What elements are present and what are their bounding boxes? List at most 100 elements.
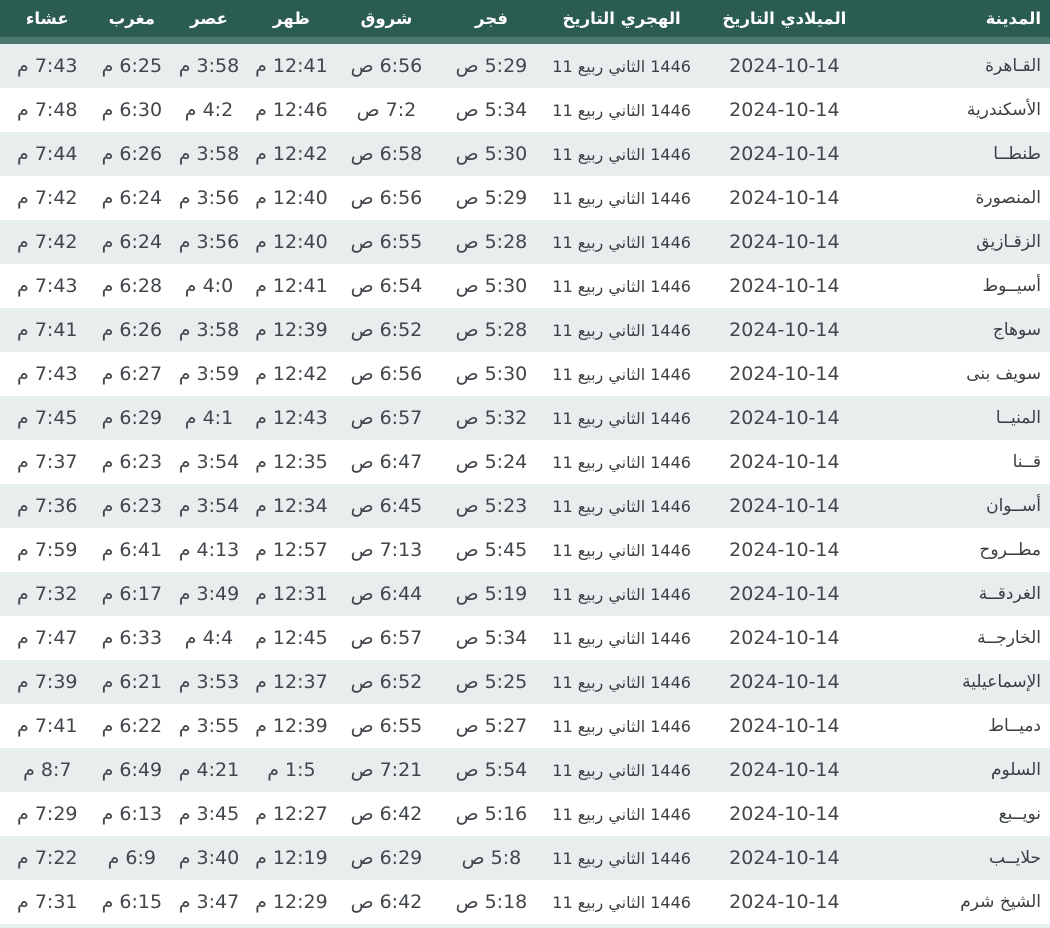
cell-city: المنيــا xyxy=(869,396,1050,440)
cell-isha: 7:59 م xyxy=(0,528,95,572)
cell-gregorian: 2024-10-14 xyxy=(699,880,870,924)
cell-asr: 3:58 م xyxy=(169,132,249,176)
cell-dhuhr: 12:31 م xyxy=(248,572,334,616)
cell-hijri: 11 ربيع الثاني 1446 xyxy=(543,572,700,616)
cell-gregorian: 2024-10-14 xyxy=(699,132,870,176)
cell-city: القـاهرة xyxy=(869,40,1050,88)
cell-city: حلايــب xyxy=(869,836,1050,880)
header-row: المدينة التاريخ الميلادي التاريخ الهجري فجر… xyxy=(0,0,1050,44)
cell-gregorian: 2024-10-14 xyxy=(699,528,870,572)
cell-sunrise: 7:21 ص xyxy=(333,748,439,792)
cell-asr: 4:4 م xyxy=(169,616,249,660)
prayer-times-table: المدينة التاريخ الميلادي التاريخ الهجري فجر… xyxy=(0,0,1050,928)
cell-sunrise: 6:57 ص xyxy=(333,616,439,660)
cell-dhuhr: 12:43 م xyxy=(248,396,334,440)
cell-dhuhr: 1:5 م xyxy=(248,748,334,792)
cell-dhuhr-empty xyxy=(248,924,334,928)
cell-dhuhr: 12:42 م xyxy=(248,352,334,396)
cell-isha: 7:41 م xyxy=(0,704,95,748)
cell-asr: 3:58 م xyxy=(169,308,249,352)
cell-hijri-empty xyxy=(543,924,700,928)
cell-fajr-empty xyxy=(438,924,544,928)
cell-maghrib: 6:15 م xyxy=(94,880,170,924)
cell-isha: 7:32 م xyxy=(0,572,95,616)
cell-fajr: 5:29 ص xyxy=(438,40,544,88)
cell-gregorian: 2024-10-14 xyxy=(699,220,870,264)
cell-fajr: 5:30 ص xyxy=(438,264,544,308)
cell-hijri: 11 ربيع الثاني 1446 xyxy=(543,880,700,924)
cell-hijri: 11 ربيع الثاني 1446 xyxy=(543,792,700,836)
cell-dhuhr: 12:40 م xyxy=(248,176,334,220)
cell-sunrise: 6:56 ص xyxy=(333,176,439,220)
cell-isha: 7:45 م xyxy=(0,396,95,440)
cell-asr: 4:21 م xyxy=(169,748,249,792)
cell-hijri: 11 ربيع الثاني 1446 xyxy=(543,396,700,440)
table-row: نويــبع 2024-10-14 11 ربيع الثاني 1446 5:16… xyxy=(0,792,1050,836)
cell-maghrib: 6:49 م xyxy=(94,748,170,792)
cell-maghrib: 6:23 م xyxy=(94,484,170,528)
cell-asr: 4:1 م xyxy=(169,396,249,440)
cell-maghrib: 6:27 م xyxy=(94,352,170,396)
cell-hijri: 11 ربيع الثاني 1446 xyxy=(543,220,700,264)
cell-city: بنى سويف xyxy=(869,352,1050,396)
cell-maghrib: 6:23 م xyxy=(94,440,170,484)
cell-isha: 7:43 م xyxy=(0,352,95,396)
cell-asr: 3:53 م xyxy=(169,660,249,704)
table-row: أســوان 2024-10-14 11 ربيع الثاني 1446 5:23… xyxy=(0,484,1050,528)
cell-gregorian-empty xyxy=(699,924,870,928)
cell-maghrib: 6:25 م xyxy=(94,40,170,88)
cell-sunrise: 6:47 ص xyxy=(333,440,439,484)
cell-asr: 3:49 م xyxy=(169,572,249,616)
cell-city: أسيــوط xyxy=(869,264,1050,308)
cell-asr: 3:58 م xyxy=(169,40,249,88)
table-row: السلوم 2024-10-14 11 ربيع الثاني 1446 5:54 … xyxy=(0,748,1050,792)
cell-maghrib: 6:22 م xyxy=(94,704,170,748)
cell-asr: 3:40 م xyxy=(169,836,249,880)
cell-isha: 7:43 م xyxy=(0,40,95,88)
cell-dhuhr: 12:39 م xyxy=(248,308,334,352)
cell-gregorian: 2024-10-14 xyxy=(699,40,870,88)
cell-maghrib: 6:28 م xyxy=(94,264,170,308)
cell-maghrib: 6:26 م xyxy=(94,132,170,176)
cell-city: السلوم xyxy=(869,748,1050,792)
cell-maghrib: 6:9 م xyxy=(94,836,170,880)
cell-hijri: 11 ربيع الثاني 1446 xyxy=(543,748,700,792)
cell-maghrib: 6:21 م xyxy=(94,660,170,704)
cell-fajr: 5:30 ص xyxy=(438,132,544,176)
cell-dhuhr: 12:39 م xyxy=(248,704,334,748)
cell-sunrise: 7:2 ص xyxy=(333,88,439,132)
cell-sunrise: 6:57 ص xyxy=(333,396,439,440)
table-row: طنطــا 2024-10-14 11 ربيع الثاني 1446 5:30 … xyxy=(0,132,1050,176)
column-header-hijri: التاريخ الهجري xyxy=(543,0,700,44)
cell-maghrib: 6:30 م xyxy=(94,88,170,132)
column-header-fajr: فجر xyxy=(438,0,544,44)
cell-hijri: 11 ربيع الثاني 1446 xyxy=(543,616,700,660)
cell-sunrise: 6:42 ص xyxy=(333,880,439,924)
cell-hijri: 11 ربيع الثاني 1446 xyxy=(543,88,700,132)
cell-gregorian: 2024-10-14 xyxy=(699,176,870,220)
cell-city: شرم الشيخ xyxy=(869,880,1050,924)
cell-isha: 7:44 م xyxy=(0,132,95,176)
cell-dhuhr: 12:41 م xyxy=(248,40,334,88)
cell-city: أســوان xyxy=(869,484,1050,528)
cell-fajr: 5:8 ص xyxy=(438,836,544,880)
table-row: دميــاط 2024-10-14 11 ربيع الثاني 1446 5:27… xyxy=(0,704,1050,748)
column-header-isha: عشاء xyxy=(0,0,95,44)
cell-sunrise: 7:13 ص xyxy=(333,528,439,572)
cell-isha: 7:47 م xyxy=(0,616,95,660)
cell-fajr: 5:16 ص xyxy=(438,792,544,836)
cell-gregorian: 2024-10-14 xyxy=(699,748,870,792)
cell-fajr: 5:23 ص xyxy=(438,484,544,528)
cell-city: طنطــا xyxy=(869,132,1050,176)
cell-isha: 7:42 م xyxy=(0,220,95,264)
cell-fajr: 5:54 ص xyxy=(438,748,544,792)
cell-dhuhr: 12:35 م xyxy=(248,440,334,484)
table-row: المنصورة 2024-10-14 11 ربيع الثاني 1446 5:2… xyxy=(0,176,1050,220)
cell-gregorian: 2024-10-14 xyxy=(699,264,870,308)
cell-fajr: 5:34 ص xyxy=(438,88,544,132)
table-row: سوهاج 2024-10-14 11 ربيع الثاني 1446 5:28 ص… xyxy=(0,308,1050,352)
cell-isha: 7:48 م xyxy=(0,88,95,132)
cell-fajr: 5:28 ص xyxy=(438,308,544,352)
cell-city: دميــاط xyxy=(869,704,1050,748)
cell-asr: 3:56 م xyxy=(169,220,249,264)
